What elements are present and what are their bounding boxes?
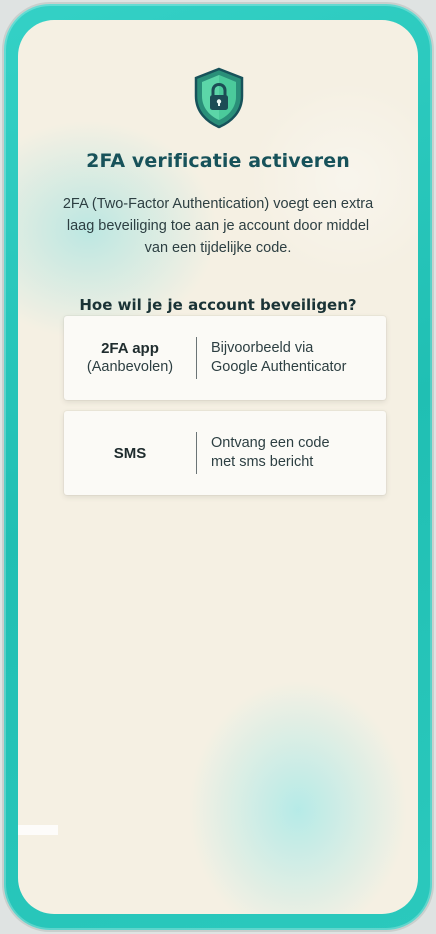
option-description-line: Bijvoorbeeld via [211,340,314,356]
option-description-line: Ontvang een code [211,435,330,451]
background-glow [188,680,408,914]
frame-highlight [18,825,58,835]
screen: 2FA verificatie activeren 2FA (Two-Facto… [18,20,418,914]
option-name: SMS [113,444,147,462]
option-divider [196,337,197,379]
option-2fa-app-button[interactable]: 2FA app (Aanbevolen) Bijvoorbeeld via Go… [64,316,386,400]
option-title-block: SMS [64,411,196,495]
option-description-line: Google Authenticator [211,359,347,375]
option-name: 2FA app [101,340,159,357]
option-description-line: met sms bericht [211,454,314,470]
option-divider [196,432,197,474]
phone-frame: 2FA verificatie activeren 2FA (Two-Facto… [4,4,432,930]
option-sms-button[interactable]: SMS Ontvang een code met sms bericht [64,411,386,495]
option-title-block: 2FA app (Aanbevolen) [64,316,196,400]
shield-lock-icon [191,67,247,129]
page-description: 2FA (Two-Factor Authentication) voegt ee… [62,196,374,256]
option-description: Bijvoorbeeld via Google Authenticator [211,316,381,400]
page-title: 2FA verificatie activeren [86,150,350,172]
option-recommended-label: (Aanbevolen) [86,359,174,375]
option-description: Ontvang een code met sms bericht [211,411,381,495]
security-question: Hoe wil je je account beveiligen? [79,296,357,314]
